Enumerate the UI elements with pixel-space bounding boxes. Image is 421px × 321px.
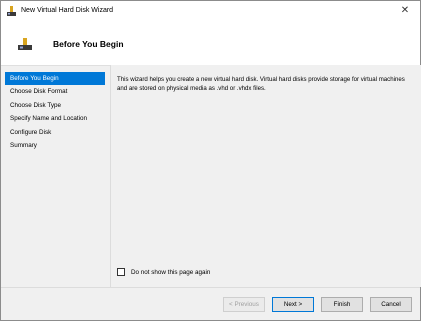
next-button[interactable]: Next > [272, 297, 314, 312]
title-bar: New Virtual Hard Disk Wizard ✕ [1, 1, 420, 21]
wizard-window: New Virtual Hard Disk Wizard ✕ Before Yo… [0, 0, 421, 321]
page-title: Before You Begin [53, 39, 124, 49]
content-panel: This wizard helps you create a new virtu… [110, 65, 421, 287]
wizard-steps-nav: Before You Begin Choose Disk Format Choo… [5, 72, 105, 152]
close-button[interactable]: ✕ [390, 1, 420, 21]
cancel-button[interactable]: Cancel [370, 297, 412, 312]
nav-item-before-you-begin[interactable]: Before You Begin [5, 72, 105, 86]
dont-show-again-row: Do not show this page again [117, 268, 210, 278]
dont-show-again-label[interactable]: Do not show this page again [131, 269, 210, 276]
disk-icon [18, 38, 32, 50]
wizard-description: This wizard helps you create a new virtu… [117, 76, 405, 92]
nav-item-choose-disk-type[interactable]: Choose Disk Type [5, 99, 105, 112]
previous-button[interactable]: < Previous [223, 297, 265, 312]
dont-show-again-checkbox[interactable] [117, 268, 125, 276]
nav-item-configure-disk[interactable]: Configure Disk [5, 126, 105, 139]
nav-item-summary[interactable]: Summary [5, 139, 105, 152]
nav-item-choose-disk-format[interactable]: Choose Disk Format [5, 85, 105, 98]
disk-icon [7, 6, 16, 16]
footer-divider [1, 287, 420, 288]
page-header: Before You Begin [1, 21, 420, 66]
window-title: New Virtual Hard Disk Wizard [21, 7, 114, 14]
nav-item-specify-name-location[interactable]: Specify Name and Location [5, 112, 105, 125]
finish-button[interactable]: Finish [321, 297, 363, 312]
close-icon: ✕ [400, 5, 410, 16]
